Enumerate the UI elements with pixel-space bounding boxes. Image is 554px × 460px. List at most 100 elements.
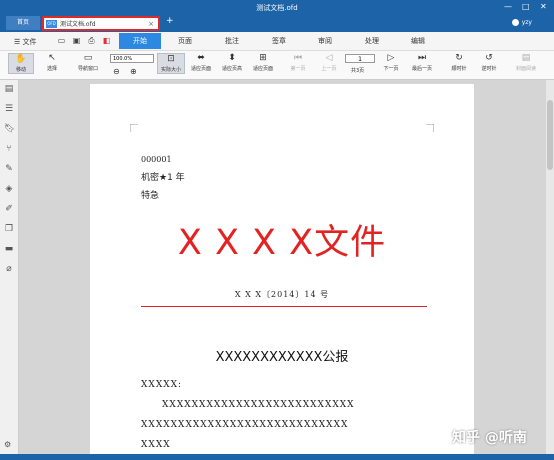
pen-icon[interactable]: ✎ <box>4 164 14 174</box>
fit-height-tool[interactable]: ⬍ 适应页高 <box>219 53 245 72</box>
vertical-scrollbar[interactable] <box>546 80 554 454</box>
left-sidebar: ▤ ☰ 🔖︎ ⑂ ✎ ◈ ✐ ❐ ▬ ⌀ <box>0 80 19 454</box>
rotate-cw-label: 顺时针 <box>451 66 467 72</box>
menu-tab-review[interactable]: 审阅 <box>318 36 332 46</box>
attachment-icon[interactable]: ⌀ <box>4 264 14 274</box>
last-page-button[interactable]: ⏭ 最后一页 <box>409 53 435 72</box>
doc-body-line: XXXX <box>141 440 171 450</box>
document-canvas[interactable]: 000001 机密★1 年 特急 X X X X文件 X X X〔2014〕14… <box>19 80 546 454</box>
tree-icon[interactable]: ⑂ <box>4 144 14 154</box>
page-number-input[interactable]: 1 <box>345 54 375 63</box>
move-label: 移动 <box>15 67 26 73</box>
prev-page-button[interactable]: ◁ 上一页 <box>318 53 340 72</box>
open-folder-icon[interactable]: ▭ <box>56 35 67 46</box>
fit-page-label: 适应页面 <box>190 66 211 72</box>
doc-greeting: XXXXX: <box>141 380 183 390</box>
select-label: 选择 <box>46 66 57 72</box>
bottom-status-bar <box>0 454 554 460</box>
user-icon <box>511 19 519 26</box>
save-icon[interactable]: ▣ <box>71 35 82 46</box>
tab-document-label: 测试文档.ofd <box>60 21 96 28</box>
zoom-out-icon[interactable]: ⊖ <box>113 67 120 76</box>
watermark: 知乎 @听南 <box>452 430 527 446</box>
maximize-icon[interactable]: □ <box>522 2 530 11</box>
zoom-in-icon[interactable]: ⊕ <box>130 67 137 76</box>
edit-note-icon[interactable]: ✐ <box>4 204 14 214</box>
fit-width-tool[interactable]: ⊞ 适应页面 <box>250 53 276 72</box>
cover-reading-label: 封面阅读 <box>515 66 536 72</box>
window-title: 测试文档.ofd <box>256 4 298 12</box>
next-page-icon: ▷ <box>387 53 395 63</box>
doc-urgency: 特急 <box>141 191 160 201</box>
copy-icon[interactable]: ❐ <box>4 224 14 234</box>
doc-serial: X X X〔2014〕14 号 <box>234 290 330 299</box>
settings-icon[interactable]: ⚙ <box>4 440 11 449</box>
move-tool[interactable]: ✋ 移动 <box>8 53 34 74</box>
prev-page-label: 上一页 <box>321 66 337 72</box>
comment-icon[interactable]: ▬ <box>4 244 14 254</box>
menu-tab-page[interactable]: 页面 <box>178 36 192 46</box>
rotate-ccw-icon: ↺ <box>485 53 493 63</box>
tab-home[interactable]: 首页 <box>6 16 40 30</box>
cursor-icon: ↖ <box>48 53 56 63</box>
menu-tab-edit[interactable]: 编辑 <box>411 36 425 46</box>
total-pages: 共3页 <box>351 68 365 74</box>
window-icon: ▭ <box>83 53 93 63</box>
rotate-cw-icon: ↻ <box>455 53 463 63</box>
scrollbar-thumb[interactable] <box>547 100 553 170</box>
user-account[interactable]: yzy <box>511 19 532 26</box>
doc-heading: XXXXXXXXXXXX公报 <box>215 350 349 365</box>
minimize-icon[interactable]: — <box>504 2 512 11</box>
actual-size-icon: ⊡ <box>167 54 175 64</box>
book-icon: ▤ <box>521 53 531 63</box>
toolbar: ✋ 移动 ↖ 选择 ▭ 导航窗口 100.0% ⊖ ⊕ ⊡ 实际大小 ⬌ 适应页面 ⬍ 适应… <box>0 51 554 80</box>
crop-mark-top-right <box>426 124 434 132</box>
menu-tab-sign[interactable]: 签章 <box>272 36 286 46</box>
actual-size-tool[interactable]: ⊡ 实际大小 <box>157 53 185 74</box>
fit-width-label: 适应页面 <box>252 66 273 72</box>
layers-icon[interactable]: ◈ <box>4 184 14 194</box>
hand-icon: ✋ <box>15 54 27 64</box>
nav-window-label: 导航窗口 <box>77 66 98 72</box>
ofd-file-icon: OFD <box>46 19 57 28</box>
print-icon[interactable]: ⎙ <box>86 35 97 46</box>
doc-body-line: XXXXXXXXXXXXXXXXXXXXXXXXXX <box>162 400 355 410</box>
zoom-select[interactable]: 100.0% <box>110 54 154 63</box>
menu-tab-process[interactable]: 处理 <box>365 36 379 46</box>
menu-tab-annotate[interactable]: 批注 <box>225 36 239 46</box>
prev-page-icon: ◁ <box>325 53 333 63</box>
next-page-label: 下一页 <box>383 66 399 72</box>
add-tab-icon[interactable]: + <box>166 16 174 26</box>
select-tool[interactable]: ↖ 选择 <box>41 53 63 72</box>
next-page-button[interactable]: ▷ 下一页 <box>380 53 402 72</box>
grid-icon: ⊞ <box>259 53 267 63</box>
last-page-label: 最后一页 <box>411 66 432 72</box>
outline-icon[interactable]: ☰ <box>4 104 14 114</box>
first-page-button[interactable]: ⏮ 第一页 <box>287 53 309 72</box>
tab-document[interactable]: OFD 测试文档.ofd × <box>42 16 160 31</box>
crop-mark-top-left <box>130 124 138 132</box>
bookmark-icon[interactable]: 🔖︎ <box>4 124 15 134</box>
fit-height-icon: ⬍ <box>228 53 236 63</box>
first-page-icon: ⏮ <box>293 53 303 63</box>
rotate-ccw-button[interactable]: ↺ 逆时针 <box>478 53 500 72</box>
fit-page-icon: ⬌ <box>197 53 205 63</box>
fit-height-label: 适应页高 <box>221 66 242 72</box>
rotate-ccw-label: 逆时针 <box>481 66 497 72</box>
doc-body-line: XXXXXXXXXXXXXXXXXXXXXXXXXXXX <box>141 420 349 430</box>
thumbnails-icon[interactable]: ▤ <box>4 84 14 94</box>
menu-tab-start[interactable]: 开始 <box>119 33 161 49</box>
doc-secrecy: 机密★1 年 <box>141 173 185 183</box>
document-page: 000001 机密★1 年 特急 X X X X文件 X X X〔2014〕14… <box>90 84 474 454</box>
title-bar: 测试文档.ofd 首页 OFD 测试文档.ofd × + — □ ✕ yzy <box>0 0 554 32</box>
tab-close-icon[interactable]: × <box>148 20 154 28</box>
nav-window-tool[interactable]: ▭ 导航窗口 <box>74 53 102 72</box>
close-window-icon[interactable]: ✕ <box>540 2 547 11</box>
rotate-cw-button[interactable]: ↻ 顺时针 <box>448 53 470 72</box>
user-name: yzy <box>521 19 532 26</box>
menu-file[interactable]: ☰ 文件 <box>14 37 37 47</box>
cover-reading-button[interactable]: ▤ 封面阅读 <box>512 53 540 72</box>
red-separator <box>141 306 427 307</box>
fit-page-tool[interactable]: ⬌ 适应页面 <box>188 53 214 72</box>
export-icon[interactable]: ◧ <box>101 35 112 46</box>
